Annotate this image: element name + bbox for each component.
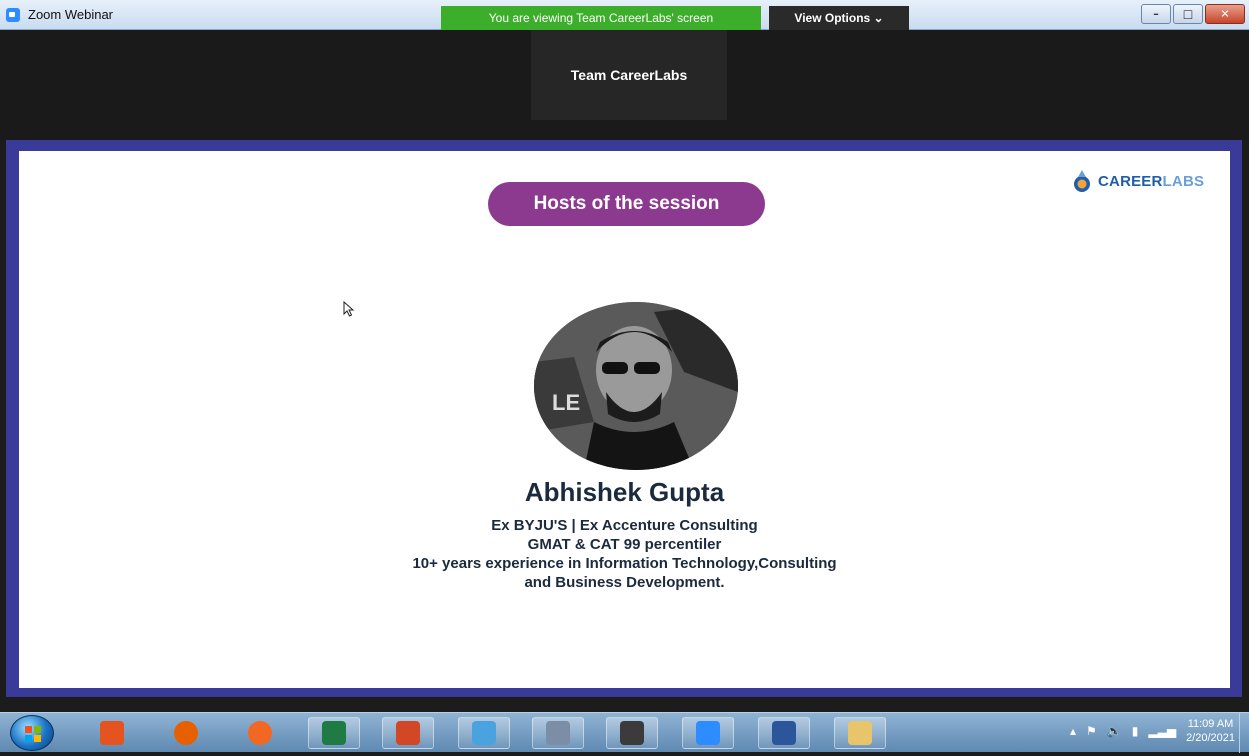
taskbar-app-word[interactable]	[758, 717, 810, 749]
close-icon: ✕	[1220, 7, 1230, 21]
taskbar-app-media-player[interactable]	[86, 717, 138, 749]
speaker-strip: Team CareerLabs	[0, 30, 1249, 140]
maximize-button[interactable]: □	[1173, 4, 1203, 24]
host-detail-line: GMAT & CAT 99 percentiler	[527, 536, 722, 553]
maximize-icon: □	[1182, 7, 1194, 21]
file-explorer-icon	[848, 721, 872, 745]
shared-screen-frame: Hosts of the session CAREERLABS LE Abhis…	[6, 140, 1242, 697]
view-options-button[interactable]: View Options ⌄	[769, 6, 909, 30]
avast-icon	[248, 721, 272, 745]
firefox-icon	[174, 721, 198, 745]
host-name: Abhishek Gupta	[524, 477, 725, 507]
speaker-tile[interactable]: Team CareerLabs	[531, 30, 727, 120]
minimize-icon: –	[1153, 7, 1159, 21]
careerlabs-logo-text: CAREERLABS	[1098, 172, 1205, 190]
host-avatar: LE	[534, 302, 738, 470]
calculator-icon	[546, 721, 570, 745]
show-desktop-button[interactable]	[1239, 713, 1249, 753]
system-tray: ▴ ⚑ 🔈 ▮ ▂▃▅ 11:09 AM 2/20/2021	[1070, 717, 1235, 745]
zoom-app-icon	[6, 8, 20, 22]
taskbar: ▴ ⚑ 🔈 ▮ ▂▃▅ 11:09 AM 2/20/2021	[0, 712, 1249, 753]
screen-share-banner: You are viewing Team CareerLabs' screen	[441, 6, 761, 30]
start-button[interactable]	[10, 715, 54, 751]
careerlabs-logo: CAREERLABS	[1071, 169, 1204, 193]
scanner-icon	[620, 721, 644, 745]
notes-icon	[472, 721, 496, 745]
zoom-icon	[696, 721, 720, 745]
host-detail-line: and Business Development.	[524, 574, 725, 591]
taskbar-app-avast[interactable]	[234, 717, 286, 749]
media-player-icon	[100, 721, 124, 745]
windows-logo-icon	[25, 726, 41, 742]
taskbar-app-excel[interactable]	[308, 717, 360, 749]
window-title: Zoom Webinar	[28, 7, 114, 22]
action-center-icon[interactable]: ⚑	[1086, 724, 1097, 738]
taskbar-app-zoom[interactable]	[682, 717, 734, 749]
close-button[interactable]: ✕	[1205, 4, 1245, 24]
taskbar-app-calculator[interactable]	[532, 717, 584, 749]
slide-heading: Hosts of the session	[488, 182, 765, 226]
taskbar-clock[interactable]: 11:09 AM 2/20/2021	[1186, 717, 1235, 745]
excel-icon	[322, 721, 346, 745]
window-controls: – □ ✕	[1141, 4, 1245, 24]
clock-date: 2/20/2021	[1186, 732, 1235, 744]
signal-icon[interactable]: ▂▃▅	[1148, 724, 1176, 738]
host-detail-line: Ex BYJU'S | Ex Accenture Consulting	[491, 517, 758, 534]
host-detail-line: 10+ years experience in Information Tech…	[412, 555, 837, 572]
careerlabs-logo-icon	[1071, 169, 1093, 193]
presentation-slide: Hosts of the session CAREERLABS LE Abhis…	[19, 151, 1230, 688]
taskbar-app-firefox[interactable]	[160, 717, 212, 749]
taskbar-app-scanner[interactable]	[606, 717, 658, 749]
svg-text:LE: LE	[552, 390, 580, 415]
taskbar-app-file-explorer[interactable]	[834, 717, 886, 749]
taskbar-app-notes[interactable]	[458, 717, 510, 749]
taskbar-app-powerpoint[interactable]	[382, 717, 434, 749]
volume-icon[interactable]: 🔈	[1107, 724, 1122, 738]
mouse-cursor-icon	[343, 300, 355, 321]
network-icon[interactable]: ▮	[1132, 724, 1139, 738]
clock-time: 11:09 AM	[1187, 718, 1234, 730]
window-titlebar: Zoom Webinar You are viewing Team Career…	[0, 0, 1249, 30]
show-hidden-icons-icon[interactable]: ▴	[1070, 724, 1076, 738]
minimize-button[interactable]: –	[1141, 4, 1171, 24]
powerpoint-icon	[396, 721, 420, 745]
word-icon	[772, 721, 796, 745]
